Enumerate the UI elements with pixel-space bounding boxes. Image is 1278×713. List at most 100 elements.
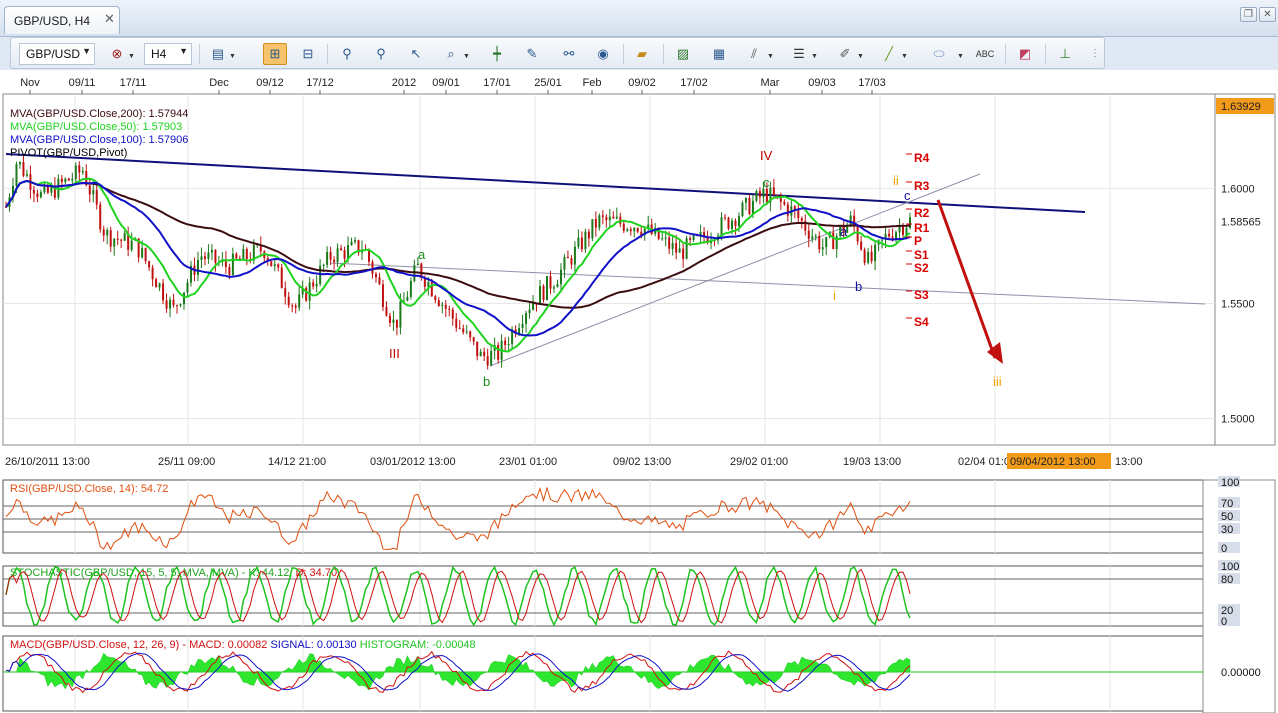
candle-body [867,251,870,263]
candle-body [169,299,172,309]
candle-body [888,233,891,237]
pivot-label: S4 [914,315,929,329]
candle-body [448,308,451,310]
candle-body [821,247,824,250]
candle-body [437,300,440,306]
wave-label: b [855,279,862,294]
symbol-value: GBP/USD [26,47,81,61]
candle-body [64,178,67,183]
text-icon[interactable]: ABC [975,44,995,64]
cursor-icon[interactable]: ↖ [406,44,426,64]
ruler-icon[interactable]: ▰ [632,44,652,64]
top-axis-label: 09/11 [69,77,96,89]
candle-body [109,230,112,247]
vertical-line-icon[interactable]: ┿ [487,44,507,64]
levels-icon[interactable]: ☰ [789,44,809,64]
candle-body [381,284,384,307]
candle-body [730,220,733,229]
chevron-down-icon[interactable]: ▼ [901,53,908,60]
chevron-down-icon[interactable]: ▼ [128,53,135,60]
menu-icon[interactable]: ⋮ [1085,44,1105,64]
price-chart-svg[interactable]: Nov 09/11 17/11 Dec 09/12 17/12 2012 09/01 17/01… [0,70,1278,713]
candle-body [333,259,336,263]
close-window-icon[interactable]: ✕ [1259,7,1276,22]
candle-body [46,185,49,193]
chevron-down-icon: ▼ [179,46,188,56]
pencil-icon[interactable]: ✐ [835,44,855,64]
candle-body [186,282,189,293]
candle-body [601,215,604,217]
top-axis-label: 09/01 [432,77,460,89]
bottom-axis-label: 14/12 21:00 [268,456,326,468]
chevron-down-icon[interactable]: ▼ [463,53,470,60]
candle-body [116,238,119,240]
draw-icon[interactable]: ✎ [522,44,542,64]
legend-entry: MVA(GBP/USD.Close,200): 1.57944 [10,108,188,120]
candle-body [340,248,343,251]
top-axis-label: 17/01 [483,77,511,89]
top-axis-label: Feb [583,77,602,89]
magic-wand-icon[interactable]: ⚯ [559,44,579,64]
bar-chart-icon[interactable]: ⊞ [263,43,287,65]
candle-body [765,189,768,203]
chevron-down-icon[interactable]: ▼ [767,53,774,60]
candle-body [102,229,105,236]
candle-body [326,251,329,265]
candle-body [525,313,528,324]
eraser-icon[interactable]: ◩ [1015,44,1035,64]
candle-body [242,249,245,260]
indicator-level-label: 100 [1221,477,1239,489]
main-panel [2,93,1216,446]
hierarchy-icon[interactable]: ⊥ [1055,44,1075,64]
chevron-down-icon[interactable]: ▼ [957,53,964,60]
fibonacci-icon[interactable]: ⫽ [744,44,764,64]
chevron-down-icon: ▼ [82,46,91,56]
timeframe-select[interactable]: H4 ▼ [144,43,192,65]
candle-body [92,189,95,195]
globe-icon[interactable]: ◉ [593,44,613,64]
close-icon[interactable]: ✕ [104,12,115,26]
candle-body [682,248,685,259]
chevron-down-icon[interactable]: ▼ [811,53,818,60]
candle-body [671,242,674,249]
chevron-down-icon[interactable]: ▼ [857,53,864,60]
candle-body [88,185,91,195]
pivot-label: S1 [914,248,929,262]
candle-body [490,350,493,366]
crosshair-off-icon[interactable]: ⊗ [107,44,127,64]
macd-histogram: HISTOGRAM: -0.00048 [360,639,476,651]
candle-body [15,164,18,186]
candle-body [744,198,747,203]
candle-body [395,319,398,328]
candle-body [580,237,583,250]
candle-body [308,282,311,301]
zoom-window-icon[interactable]: ⌕ [441,44,461,64]
chevron-down-icon[interactable]: ▼ [229,53,236,60]
tab-gbpusd[interactable]: GBP/USD, H4 ✕ [4,6,120,34]
chart-type-icon[interactable]: ▤ [208,44,228,64]
candle-body [183,292,186,305]
zoom-out-icon[interactable]: ⚲ [371,44,391,64]
candle-body [881,239,884,241]
symbol-select[interactable]: GBP/USD ▼ [19,43,95,65]
template-icon[interactable]: ▦ [709,44,729,64]
zoom-in-icon[interactable]: ⚲ [337,44,357,64]
candle-body [455,318,458,328]
candle-body [315,283,318,287]
candle-body [476,341,479,357]
macd-prefix: MACD(GBP/USD.Close, 12, 26, 9) - [10,639,189,651]
candle-body [849,215,852,225]
candle-body [591,219,594,239]
ellipse-icon[interactable]: ⬭ [929,44,949,64]
wave-label: a [840,224,848,239]
image-icon[interactable]: ▨ [673,44,693,64]
candle-body [329,251,332,260]
restore-icon[interactable]: ❐ [1240,7,1257,22]
chart-area[interactable]: Nov 09/11 17/11 Dec 09/12 17/12 2012 09/01 17/01… [0,70,1278,713]
line-icon[interactable]: ╱ [879,44,899,64]
candle-body [479,351,482,357]
price-tick: 1.5500 [1221,298,1255,310]
candle-body [898,226,901,233]
data-table-icon[interactable]: ⊟ [298,44,318,64]
candle-body [483,351,486,356]
